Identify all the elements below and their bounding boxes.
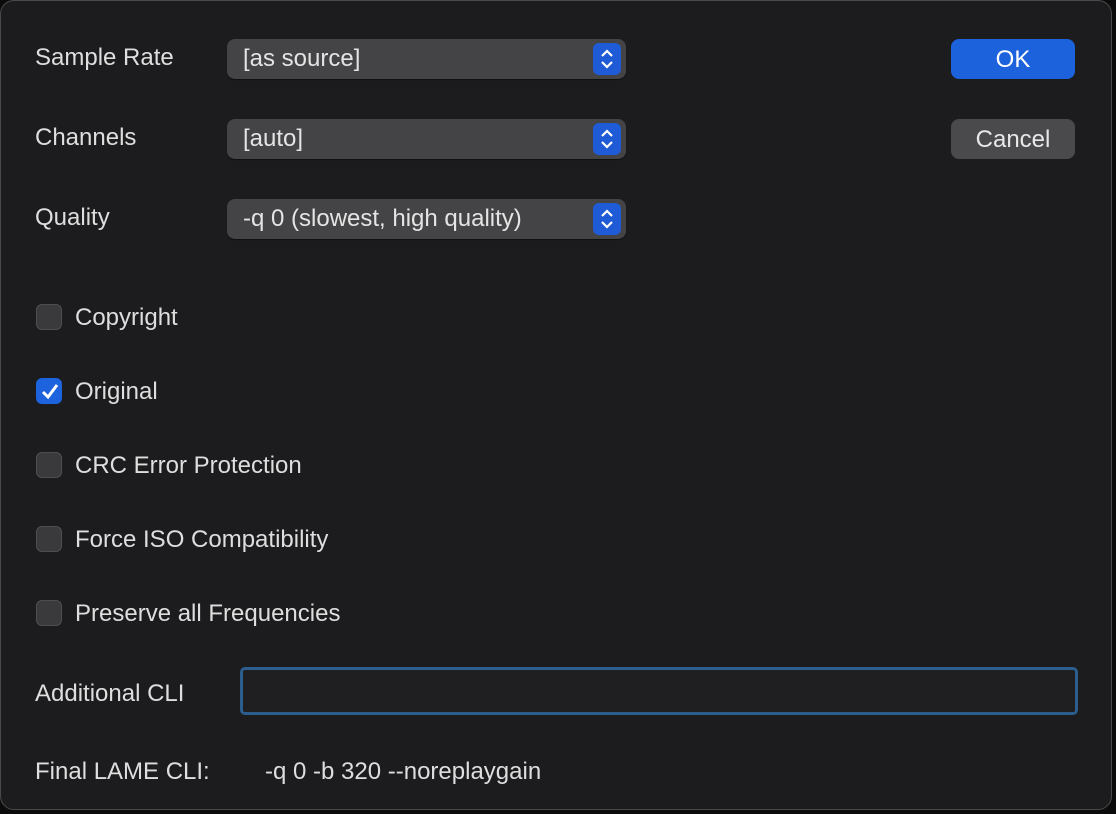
- chevron-updown-icon: [593, 203, 621, 235]
- sample-rate-value: [as source]: [243, 45, 361, 72]
- original-checkbox[interactable]: [36, 378, 62, 404]
- preserve-frequencies-label: Preserve all Frequencies: [75, 600, 341, 627]
- force-iso-checkbox[interactable]: [36, 526, 62, 552]
- final-cli-label: Final LAME CLI:: [35, 758, 210, 785]
- chevron-updown-icon: [593, 123, 621, 155]
- quality-value: -q 0 (slowest, high quality): [243, 205, 522, 232]
- chevron-updown-icon: [593, 43, 621, 75]
- copyright-checkbox[interactable]: [36, 304, 62, 330]
- channels-select[interactable]: [auto]: [227, 119, 626, 159]
- quality-select[interactable]: -q 0 (slowest, high quality): [227, 199, 626, 239]
- final-cli-value: -q 0 -b 320 --noreplaygain: [265, 758, 542, 785]
- checkmark-icon: [41, 384, 59, 400]
- additional-cli-label: Additional CLI: [35, 680, 185, 707]
- preserve-frequencies-checkbox[interactable]: [36, 600, 62, 626]
- original-label: Original: [75, 378, 158, 405]
- copyright-label: Copyright: [75, 304, 178, 331]
- ok-button[interactable]: OK: [951, 39, 1075, 79]
- channels-label: Channels: [35, 124, 137, 151]
- crc-error-protection-label: CRC Error Protection: [75, 452, 302, 479]
- force-iso-label: Force ISO Compatibility: [75, 526, 329, 553]
- cancel-button[interactable]: Cancel: [951, 119, 1075, 159]
- settings-dialog: Sample Rate [as source] OK Channels [aut…: [0, 0, 1112, 810]
- sample-rate-select[interactable]: [as source]: [227, 39, 626, 79]
- additional-cli-input[interactable]: [240, 667, 1078, 715]
- channels-value: [auto]: [243, 125, 304, 152]
- sample-rate-label: Sample Rate: [35, 44, 174, 71]
- quality-label: Quality: [35, 204, 110, 231]
- crc-error-protection-checkbox[interactable]: [36, 452, 62, 478]
